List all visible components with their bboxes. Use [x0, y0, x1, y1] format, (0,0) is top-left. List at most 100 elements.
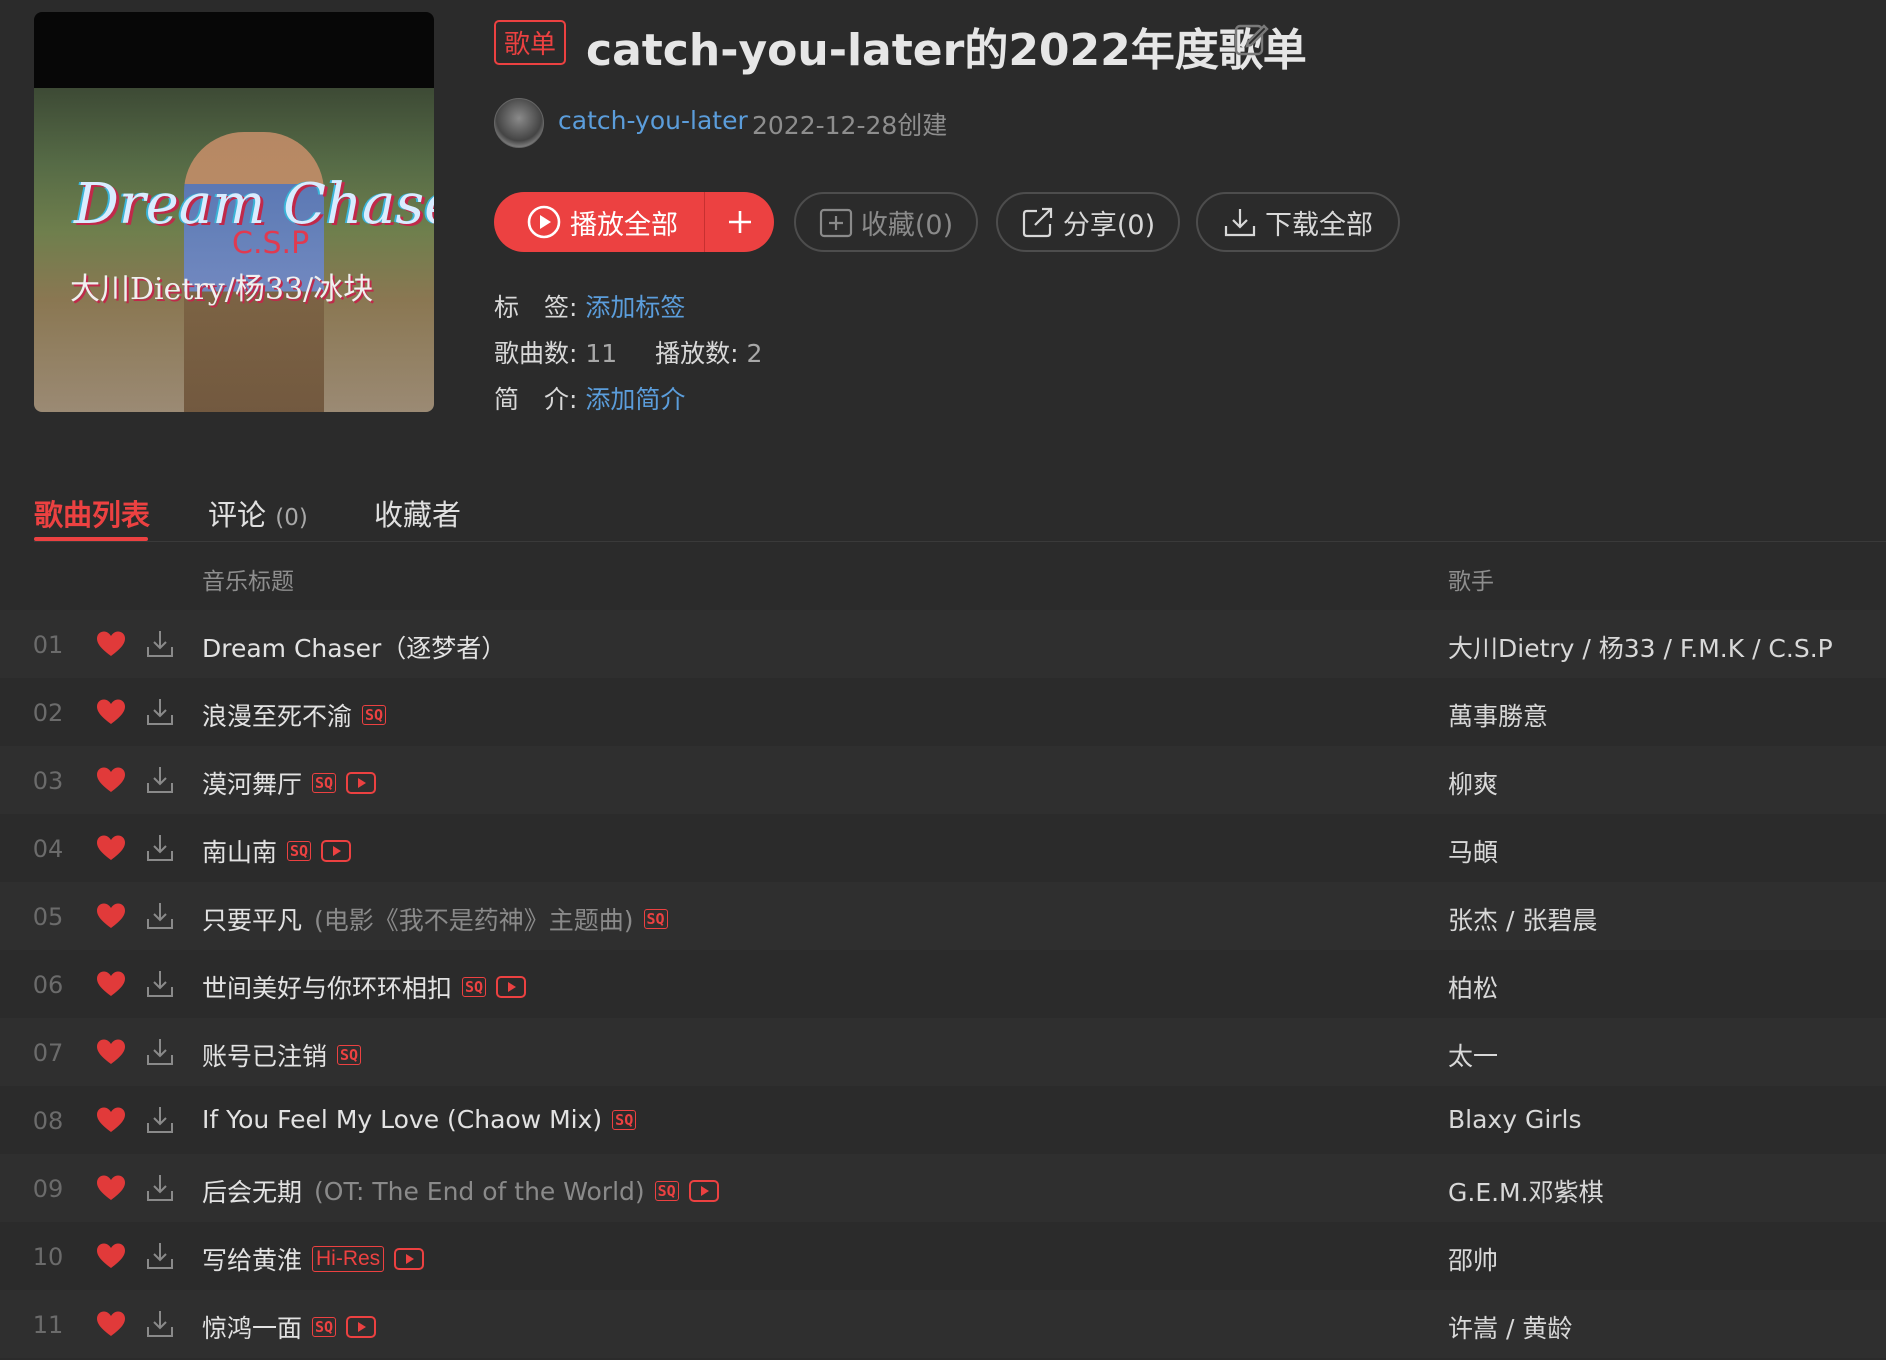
mv-play-icon[interactable] [496, 976, 527, 998]
play-all-button[interactable]: 播放全部 [494, 192, 774, 252]
track-artist[interactable]: 萬事勝意 [1448, 697, 1548, 733]
track-title[interactable]: 南山南 [202, 833, 277, 869]
heart-icon[interactable] [96, 766, 126, 794]
track-row[interactable]: 05 只要平凡 (电影《我不是药神》主题曲) SQ 张杰 / 张碧晨 [0, 882, 1886, 950]
track-title-cell: 后会无期 (OT: The End of the World) SQ [202, 1173, 719, 1209]
track-artist[interactable]: 张杰 / 张碧晨 [1448, 901, 1597, 937]
add-intro-link[interactable]: 添加简介 [585, 385, 685, 414]
track-artist[interactable]: Blaxy Girls [1448, 1105, 1582, 1134]
favorite-button[interactable]: 收藏(0) [794, 192, 978, 252]
heart-icon[interactable] [96, 1310, 126, 1338]
creator-name-link[interactable]: catch-you-later [558, 106, 748, 135]
mv-play-icon[interactable] [688, 1180, 719, 1202]
download-all-button[interactable]: 下载全部 [1196, 192, 1400, 252]
column-header-title[interactable]: 音乐标题 [202, 562, 294, 596]
download-icon[interactable] [144, 1036, 176, 1068]
download-icon[interactable] [144, 696, 176, 728]
track-artist[interactable]: 马頔 [1448, 833, 1498, 869]
mv-play-icon[interactable] [346, 772, 377, 794]
download-icon[interactable] [144, 1172, 176, 1204]
track-title[interactable]: 只要平凡 [202, 901, 302, 937]
share-button[interactable]: 分享(0) [996, 192, 1180, 252]
download-icon[interactable] [144, 1308, 176, 1340]
track-title[interactable]: 后会无期 [202, 1173, 302, 1209]
tab-collectors[interactable]: 收藏者 [374, 492, 461, 534]
track-artist[interactable]: 许嵩 / 黄龄 [1448, 1309, 1572, 1345]
download-icon[interactable] [144, 1104, 176, 1136]
mv-play-icon[interactable] [346, 1316, 377, 1338]
track-number: 02 [32, 699, 64, 727]
track-number: 03 [32, 767, 64, 795]
play-count-label: 播放数: [655, 339, 739, 368]
sq-badge: SQ [312, 773, 337, 793]
track-title[interactable]: 写给黄淮 [202, 1241, 302, 1277]
tab-song-list[interactable]: 歌曲列表 [34, 492, 150, 534]
sq-badge: SQ [337, 1045, 362, 1065]
track-title[interactable]: If You Feel My Love (Chaow Mix) [202, 1105, 602, 1134]
mv-play-icon[interactable] [321, 840, 352, 862]
track-artist[interactable]: 邵帅 [1448, 1241, 1498, 1277]
track-title[interactable]: 浪漫至死不渝 [202, 697, 352, 733]
track-title-cell: 账号已注销 SQ [202, 1037, 362, 1073]
track-artist[interactable]: 柳爽 [1448, 765, 1498, 801]
track-row[interactable]: 04 南山南 SQ 马頔 [0, 814, 1886, 882]
mv-play-icon[interactable] [394, 1248, 425, 1270]
track-title[interactable]: 世间美好与你环环相扣 [202, 969, 452, 1005]
heart-icon[interactable] [96, 1174, 126, 1202]
track-row[interactable]: 09 后会无期 (OT: The End of the World) SQ G.E.M.… [0, 1154, 1886, 1222]
track-row[interactable]: 01 Dream Chaser（逐梦者） 大川Dietry / 杨33 / F.M.… [0, 610, 1886, 678]
track-title[interactable]: 账号已注销 [202, 1037, 327, 1073]
tab-comments[interactable]: 评论 (0) [208, 492, 308, 534]
track-title[interactable]: Dream Chaser（逐梦者） [202, 629, 506, 665]
track-title-cell: 只要平凡 (电影《我不是药神》主题曲) SQ [202, 901, 668, 937]
track-row[interactable]: 06 世间美好与你环环相扣 SQ 柏松 [0, 950, 1886, 1018]
track-row[interactable]: 08 If You Feel My Love (Chaow Mix) SQ Blaxy… [0, 1086, 1886, 1154]
heart-icon[interactable] [96, 970, 126, 998]
sq-badge: SQ [643, 909, 668, 929]
download-all-label: 下载全部 [1265, 209, 1373, 241]
add-tags-link[interactable]: 添加标签 [585, 293, 685, 322]
track-title-cell: 南山南 SQ [202, 833, 352, 869]
creator-avatar[interactable] [494, 98, 544, 148]
playlist-tag-badge: 歌单 [494, 20, 567, 65]
heart-icon[interactable] [96, 1106, 126, 1134]
download-icon[interactable] [144, 832, 176, 864]
download-icon[interactable] [144, 900, 176, 932]
heart-icon[interactable] [96, 1038, 126, 1066]
track-row[interactable]: 02 浪漫至死不渝 SQ 萬事勝意 [0, 678, 1886, 746]
column-header-artist[interactable]: 歌手 [1448, 562, 1494, 596]
edit-icon[interactable] [1232, 20, 1270, 58]
download-icon[interactable] [144, 968, 176, 1000]
track-title[interactable]: 惊鸿一面 [202, 1309, 302, 1345]
play-count-value: 2 [746, 339, 763, 368]
track-row[interactable]: 11 惊鸿一面 SQ 许嵩 / 黄龄 [0, 1290, 1886, 1358]
favorite-label: 收藏(0) [860, 209, 954, 241]
play-all-main[interactable]: 播放全部 [494, 192, 704, 252]
heart-icon[interactable] [96, 1242, 126, 1270]
song-count-value: 11 [585, 339, 618, 368]
download-icon[interactable] [144, 628, 176, 660]
heart-icon[interactable] [96, 630, 126, 658]
track-title-cell: 漠河舞厅 SQ [202, 765, 377, 801]
playlist-cover[interactable]: Dream Chaser C.S.P 大川Dietry/杨33/冰块 [34, 12, 434, 412]
download-icon[interactable] [144, 1240, 176, 1272]
track-number: 06 [32, 971, 64, 999]
track-artist[interactable]: G.E.M.邓紫棋 [1448, 1173, 1604, 1209]
track-title[interactable]: 漠河舞厅 [202, 765, 302, 801]
add-folder-icon [819, 208, 852, 238]
heart-icon[interactable] [96, 698, 126, 726]
heart-icon[interactable] [96, 902, 126, 930]
track-number: 11 [32, 1311, 64, 1339]
track-row[interactable]: 10 写给黄淮 Hi-Res 邵帅 [0, 1222, 1886, 1290]
heart-icon[interactable] [96, 834, 126, 862]
track-artist[interactable]: 太一 [1448, 1037, 1498, 1073]
track-title-cell: 惊鸿一面 SQ [202, 1309, 377, 1345]
track-row[interactable]: 03 漠河舞厅 SQ 柳爽 [0, 746, 1886, 814]
track-artist[interactable]: 柏松 [1448, 969, 1498, 1005]
track-artist[interactable]: 大川Dietry / 杨33 / F.M.K / C.S.P [1448, 629, 1833, 665]
track-number: 04 [32, 835, 64, 863]
track-row[interactable]: 07 账号已注销 SQ 太一 [0, 1018, 1886, 1086]
add-to-queue-button[interactable] [705, 192, 774, 252]
download-icon[interactable] [144, 764, 176, 796]
sq-badge: SQ [287, 841, 312, 861]
